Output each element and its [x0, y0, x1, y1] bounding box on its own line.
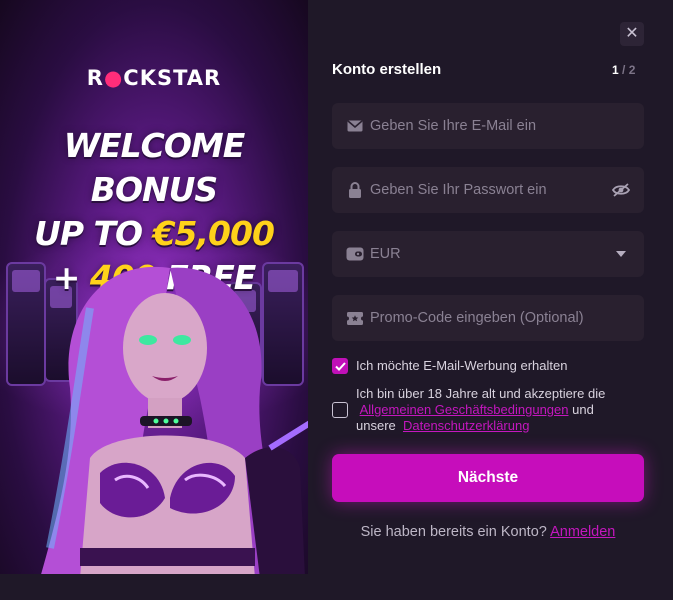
headline-line-1: WELCOME BONUS	[63, 126, 246, 209]
lock-icon	[346, 181, 364, 199]
eye-off-icon[interactable]	[612, 181, 630, 199]
form-title: Konto erstellen	[332, 61, 442, 78]
close-icon: ✕	[625, 25, 639, 42]
checkmark-icon	[334, 361, 346, 371]
terms-label: Ich bin über 18 Jahre alt und akzeptiere…	[356, 386, 606, 433]
marketing-checkbox[interactable]	[332, 358, 348, 374]
login-prompt: Sie haben bereits ein Konto? Anmelden	[360, 524, 616, 540]
next-button[interactable]: Nächste	[332, 454, 644, 502]
promo-code-placeholder: Promo-Code eingeben (Optional)	[370, 310, 584, 326]
marketing-label: Ich möchte E-Mail-Werbung erhalten	[356, 358, 568, 373]
brand-logo: R●CKSTAR	[86, 66, 222, 90]
ticket-icon	[346, 309, 364, 327]
terms-checkbox[interactable]	[332, 402, 348, 418]
promo-banner: R●CKSTAR WELCOME BONUS UP TO €5,000 + 40…	[0, 0, 308, 574]
caret-down-icon	[612, 245, 630, 263]
terms-link[interactable]: Allgemeinen Geschäftsbedingungen	[360, 402, 569, 417]
marketing-opt-in: Ich möchte E-Mail-Werbung erhalten	[332, 358, 567, 374]
currency-select[interactable]: EUR	[332, 231, 644, 277]
email-placeholder: Geben Sie Ihre E-Mail ein	[370, 118, 537, 134]
signup-modal: R●CKSTAR WELCOME BONUS UP TO €5,000 + 40…	[0, 0, 673, 600]
promo-code-field[interactable]: Promo-Code eingeben (Optional)	[332, 295, 644, 341]
character-illustration	[41, 266, 308, 574]
envelope-icon	[346, 117, 364, 135]
email-field[interactable]: Geben Sie Ihre E-Mail ein	[332, 103, 644, 149]
wallet-icon	[346, 245, 364, 263]
lips-icon: ●	[103, 66, 124, 90]
privacy-link[interactable]: Datenschutzerklärung	[403, 418, 529, 433]
currency-value: EUR	[370, 246, 401, 262]
step-indicator: 1 / 2	[612, 63, 636, 77]
password-field[interactable]: Geben Sie Ihr Passwort ein	[332, 167, 644, 213]
terms-consent: Ich bin über 18 Jahre alt und akzeptiere…	[332, 386, 605, 434]
password-placeholder: Geben Sie Ihr Passwort ein	[370, 182, 547, 198]
login-link[interactable]: Anmelden	[550, 524, 615, 540]
close-button[interactable]: ✕	[620, 22, 644, 46]
